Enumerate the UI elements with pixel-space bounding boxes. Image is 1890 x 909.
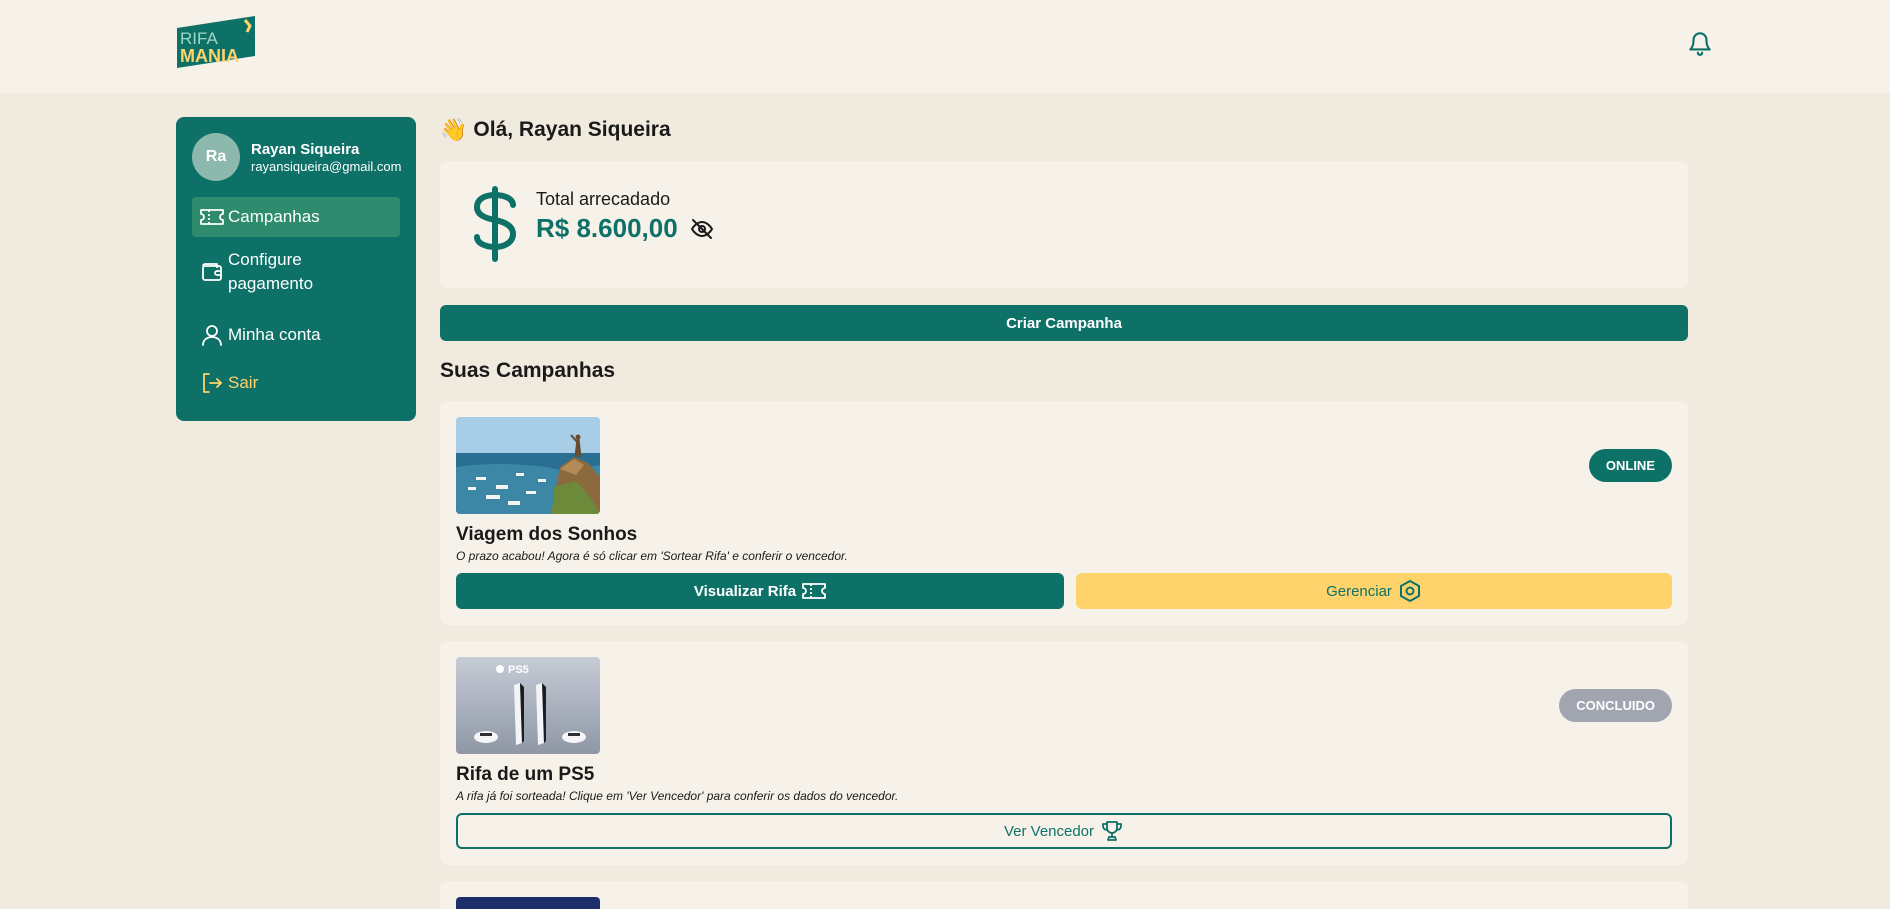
settings-hexagon-icon xyxy=(1399,580,1420,602)
total-value: R$ 8.600,00 xyxy=(536,213,678,243)
view-raffle-button[interactable]: Visualizar Rifa xyxy=(456,573,1064,609)
campaign-card: PS5 CONCLUIDO Rifa de um PS5 A rifa já f… xyxy=(440,641,1688,865)
page-greeting: 👋 Olá, Rayan Siqueira xyxy=(440,117,671,143)
sidebar-item-configure-pagamento[interactable]: Configure pagamento xyxy=(192,244,400,300)
top-bar: RIFA MANIA xyxy=(0,0,1890,93)
greeting-text: Olá, Rayan Siqueira xyxy=(473,118,671,141)
campaign-title: Rifa de um PS5 xyxy=(456,764,595,785)
ps5-logo-text: PS5 xyxy=(508,664,529,676)
user-icon xyxy=(202,325,222,346)
status-badge: ONLINE xyxy=(1588,449,1672,482)
user-email: rayansiqueira@gmail.com xyxy=(251,159,402,174)
sidebar-item-minha-conta[interactable]: Minha conta xyxy=(192,315,400,355)
sidebar-item-label: Minha conta xyxy=(228,325,321,344)
status-badge: CONCLUIDO xyxy=(1559,689,1672,722)
trophy-icon xyxy=(1102,821,1122,841)
campaign-image[interactable] xyxy=(456,417,600,514)
sidebar: Ra Rayan Siqueira rayansiqueira@gmail.co… xyxy=(176,117,416,421)
campaign-image[interactable]: PS5 xyxy=(456,657,600,754)
campaign-description: A rifa já foi sorteada! Clique em 'Ver V… xyxy=(456,789,899,803)
total-label: Total arrecadado xyxy=(536,189,671,209)
waving-hand-icon: 👋 xyxy=(440,117,468,142)
rifamania-logo[interactable]: RIFA MANIA xyxy=(175,14,257,70)
wallet-icon xyxy=(202,263,222,281)
view-raffle-label: Visualizar Rifa xyxy=(693,582,797,600)
sidebar-item-label: Configure pagamento xyxy=(228,250,314,293)
manage-button[interactable]: Gerenciar xyxy=(1076,573,1672,609)
eye-off-icon[interactable] xyxy=(690,217,714,241)
sidebar-item-label: Sair xyxy=(228,373,259,392)
campaign-description: O prazo acabou! Agora é só clicar em 'So… xyxy=(456,549,848,563)
ticket-icon xyxy=(802,583,827,599)
manage-label: Gerenciar xyxy=(1326,582,1392,600)
campaign-image[interactable] xyxy=(456,897,600,909)
ticket-icon xyxy=(200,209,224,225)
section-title: Suas Campanhas xyxy=(440,359,616,382)
total-raised-card: Total arrecadado R$ 8.600,00 xyxy=(440,161,1688,288)
campaign-title: Viagem dos Sonhos xyxy=(456,524,638,545)
dollar-icon xyxy=(473,186,517,262)
create-campaign-button[interactable]: Criar Campanha xyxy=(440,305,1688,341)
user-name: Rayan Siqueira xyxy=(251,141,360,158)
view-winner-label: Ver Vencedor xyxy=(1003,822,1095,840)
sidebar-item-campanhas[interactable]: Campanhas xyxy=(192,197,400,237)
logo-text-bottom: MANIA xyxy=(180,46,239,66)
logout-icon xyxy=(203,373,222,393)
sidebar-item-label: Campanhas xyxy=(228,207,320,226)
notification-bell-icon[interactable] xyxy=(1687,29,1713,57)
view-winner-button[interactable]: Ver Vencedor xyxy=(456,813,1672,849)
sidebar-item-sair[interactable]: Sair xyxy=(192,363,400,403)
campaign-card: ONLINE Viagem dos Sonhos O prazo acabou!… xyxy=(440,401,1688,625)
avatar[interactable]: Ra xyxy=(192,133,240,181)
campaign-card xyxy=(440,881,1688,909)
